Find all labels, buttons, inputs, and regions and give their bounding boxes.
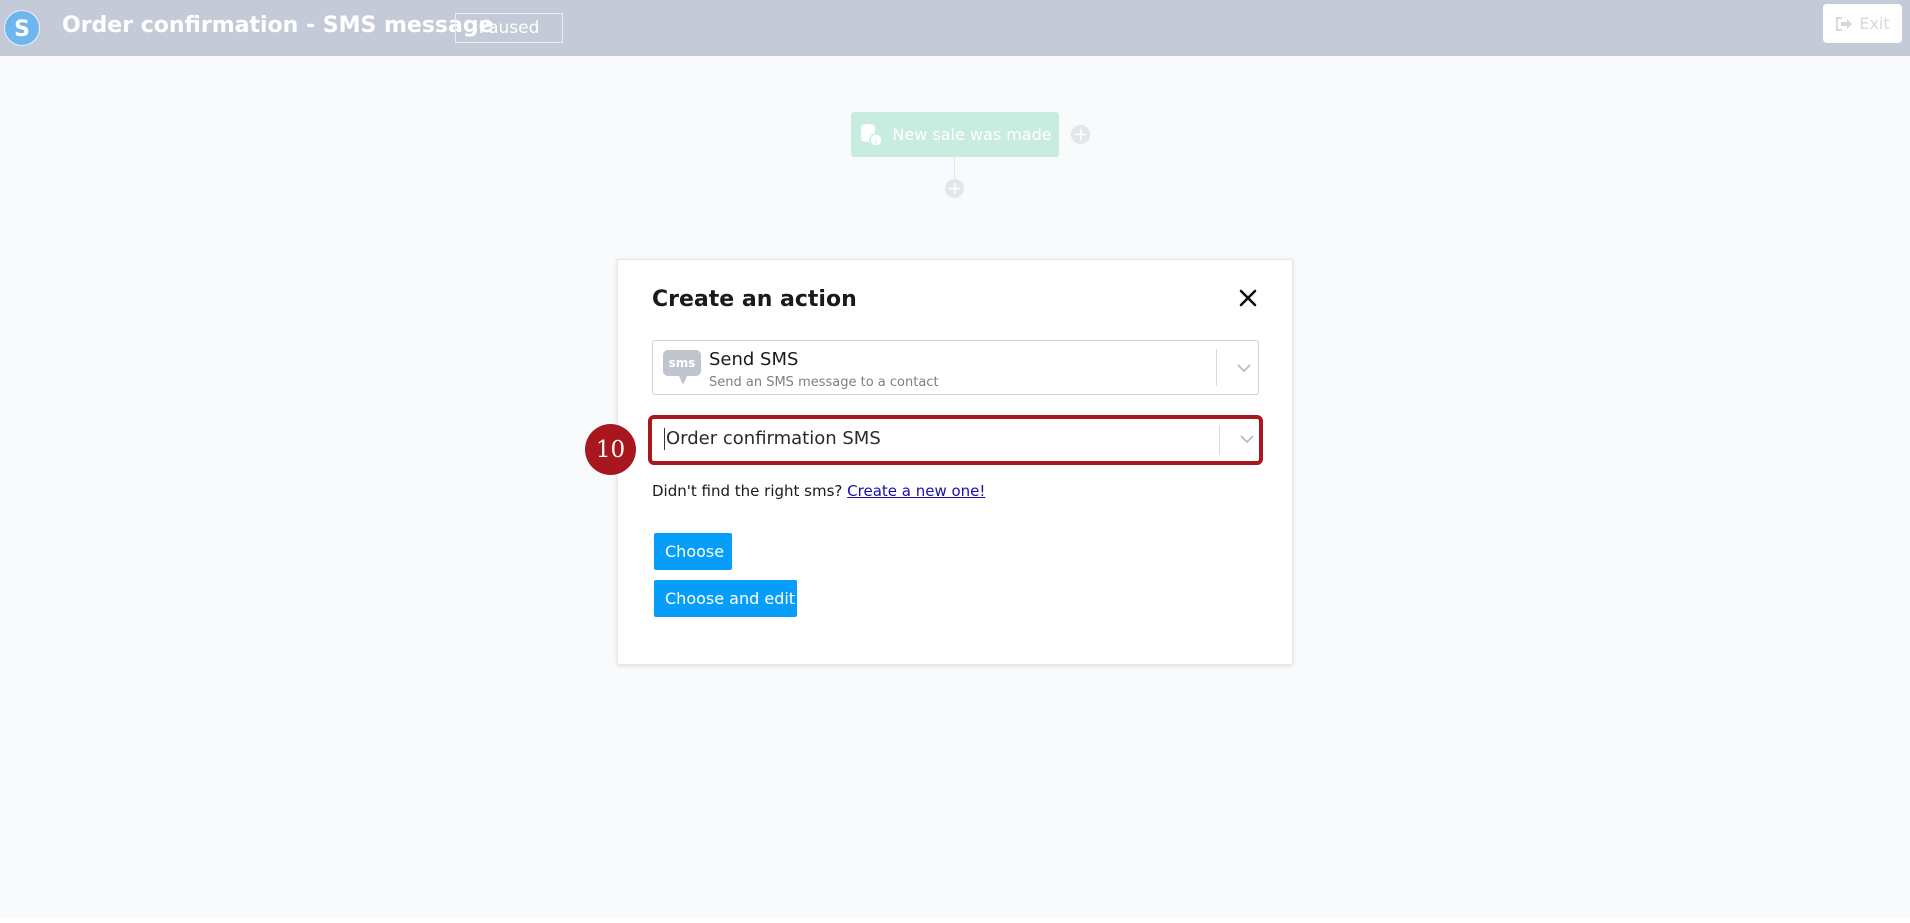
coins-icon: i bbox=[861, 123, 884, 147]
modal-title: Create an action bbox=[652, 287, 857, 312]
create-new-link[interactable]: Create a new one! bbox=[847, 482, 985, 500]
exit-button[interactable]: Exit bbox=[1823, 4, 1902, 43]
action-type-select[interactable]: sms Send SMS Send an SMS message to a co… bbox=[652, 340, 1259, 395]
plus-icon bbox=[949, 183, 960, 194]
helper-text: Didn't find the right sms? Create a new … bbox=[652, 482, 985, 500]
select-separator bbox=[1219, 425, 1220, 455]
close-icon[interactable] bbox=[1239, 289, 1257, 307]
logo-icon: S bbox=[5, 11, 39, 45]
trigger-node[interactable]: i New sale was made bbox=[851, 112, 1059, 157]
step-number-badge: 10 bbox=[585, 424, 636, 475]
add-branch-button[interactable] bbox=[1071, 125, 1090, 144]
exit-icon bbox=[1836, 16, 1853, 31]
create-action-modal: Create an action sms Send SMS Send an SM… bbox=[617, 259, 1293, 665]
select-separator bbox=[1216, 349, 1217, 386]
sms-template-select[interactable]: Order confirmation SMS bbox=[648, 415, 1263, 465]
app-logo[interactable]: S bbox=[4, 10, 40, 46]
svg-text:sms: sms bbox=[669, 356, 696, 370]
choose-and-edit-button[interactable]: Choose and edit bbox=[654, 580, 797, 617]
top-bar: S Order confirmation - SMS message Pause… bbox=[0, 0, 1910, 56]
exit-label: Exit bbox=[1859, 14, 1890, 33]
action-label: Send SMS bbox=[709, 349, 799, 370]
page-title: Order confirmation - SMS message bbox=[62, 13, 494, 38]
plus-icon bbox=[1075, 129, 1086, 140]
svg-text:i: i bbox=[875, 137, 878, 147]
chevron-down-icon[interactable] bbox=[1237, 364, 1251, 373]
chevron-down-icon[interactable] bbox=[1240, 435, 1254, 444]
workflow-connector bbox=[954, 157, 955, 179]
add-step-button[interactable] bbox=[945, 179, 964, 198]
choose-button[interactable]: Choose bbox=[654, 533, 732, 570]
sms-icon: sms bbox=[663, 350, 701, 385]
status-badge[interactable]: Paused bbox=[455, 13, 563, 43]
helper-prompt: Didn't find the right sms? bbox=[652, 482, 843, 500]
sms-template-value[interactable]: Order confirmation SMS bbox=[664, 428, 881, 450]
action-description: Send an SMS message to a contact bbox=[709, 375, 939, 390]
trigger-label: New sale was made bbox=[892, 125, 1052, 144]
svg-text:S: S bbox=[14, 17, 30, 42]
